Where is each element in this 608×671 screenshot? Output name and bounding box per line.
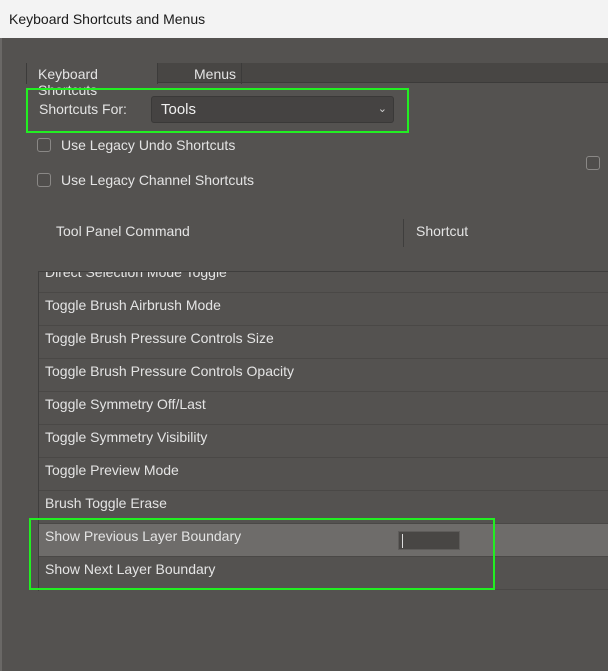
chevron-down-icon: ⌄: [377, 103, 387, 115]
option-checkbox[interactable]: [586, 156, 600, 170]
legacy-channel-checkbox[interactable]: [37, 173, 51, 187]
list-item[interactable]: Direct Selection Mode Toggle: [39, 271, 608, 293]
command-label: Brush Toggle Erase: [45, 495, 167, 511]
tab-keyboard-shortcuts[interactable]: Keyboard Shortcuts: [26, 63, 157, 98]
list-item[interactable]: Toggle Symmetry Visibility: [39, 425, 608, 458]
command-label: Toggle Brush Pressure Controls Opacity: [45, 363, 294, 379]
shortcuts-for-label: Shortcuts For:: [39, 101, 127, 117]
window-title: Keyboard Shortcuts and Menus: [0, 0, 608, 38]
shortcuts-for-select[interactable]: Tools ⌄: [151, 96, 394, 123]
tab-bar: Keyboard Shortcuts Menus: [26, 63, 608, 98]
command-label: Toggle Symmetry Visibility: [45, 429, 208, 445]
window-border: [0, 38, 2, 671]
command-label: Toggle Symmetry Off/Last: [45, 396, 206, 412]
legacy-channel-label: Use Legacy Channel Shortcuts: [61, 172, 254, 188]
column-header-shortcut[interactable]: Shortcut: [416, 223, 468, 239]
list-item[interactable]: Toggle Brush Pressure Controls Size: [39, 326, 608, 359]
list-item[interactable]: Toggle Brush Pressure Controls Opacity: [39, 359, 608, 392]
legacy-undo-label: Use Legacy Undo Shortcuts: [61, 137, 236, 153]
column-header-command[interactable]: Tool Panel Command: [56, 223, 190, 239]
list-item[interactable]: Toggle Symmetry Off/Last: [39, 392, 608, 425]
legacy-undo-checkbox[interactable]: [37, 138, 51, 152]
column-divider: [403, 219, 404, 247]
list-item[interactable]: Toggle Preview Mode: [39, 458, 608, 491]
tab-menus[interactable]: Menus: [157, 63, 242, 84]
list-item[interactable]: Toggle Brush Airbrush Mode: [39, 293, 608, 326]
highlight-box-layer-boundary: [29, 518, 495, 590]
command-label: Toggle Preview Mode: [45, 462, 179, 478]
command-label: Toggle Brush Airbrush Mode: [45, 297, 221, 313]
command-label: Direct Selection Mode Toggle: [45, 271, 227, 280]
command-label: Toggle Brush Pressure Controls Size: [45, 330, 274, 346]
shortcuts-for-value: Tools: [161, 101, 197, 118]
